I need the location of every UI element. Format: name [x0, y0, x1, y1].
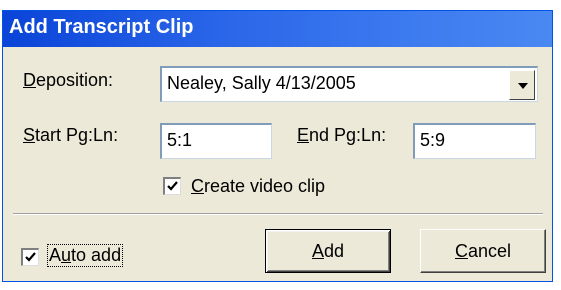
add-transcript-clip-dialog: Add Transcript Clip Deposition: Nealey, …: [2, 10, 553, 282]
add-button[interactable]: Add: [265, 229, 391, 273]
auto-add-label[interactable]: Auto add: [46, 244, 124, 267]
create-video-clip-label[interactable]: Create video clip: [191, 176, 325, 197]
title-bar[interactable]: Add Transcript Clip: [3, 11, 552, 47]
end-pg-ln-label: End Pg:Ln:: [297, 125, 387, 145]
end-pg-ln-field[interactable]: 5:9: [413, 123, 536, 159]
start-pg-ln-label: Start Pg:Ln:: [23, 125, 119, 145]
deposition-combobox[interactable]: Nealey, Sally 4/13/2005: [160, 66, 538, 102]
separator: [13, 213, 543, 215]
start-pg-ln-value: 5:1: [167, 130, 193, 150]
auto-add-checkbox[interactable]: [21, 248, 39, 266]
window-title: Add Transcript Clip: [9, 16, 194, 38]
deposition-value: Nealey, Sally 4/13/2005: [167, 73, 356, 93]
create-video-clip-checkbox[interactable]: [163, 177, 181, 195]
checkmark-icon: [167, 181, 178, 191]
cancel-button-mnemonic: C: [454, 241, 468, 261]
cancel-button[interactable]: Cancel: [420, 229, 546, 273]
cancel-button-label: ancel: [467, 241, 512, 261]
add-button-mnemonic: A: [311, 241, 324, 261]
chevron-down-icon: [518, 83, 528, 89]
start-pg-ln-field[interactable]: 5:1: [160, 123, 272, 159]
checkmark-icon: [25, 252, 36, 262]
add-button-label: dd: [323, 241, 345, 261]
deposition-label: Deposition:: [23, 70, 114, 90]
end-pg-ln-value: 5:9: [420, 130, 446, 150]
combobox-dropdown-button[interactable]: [509, 70, 535, 100]
